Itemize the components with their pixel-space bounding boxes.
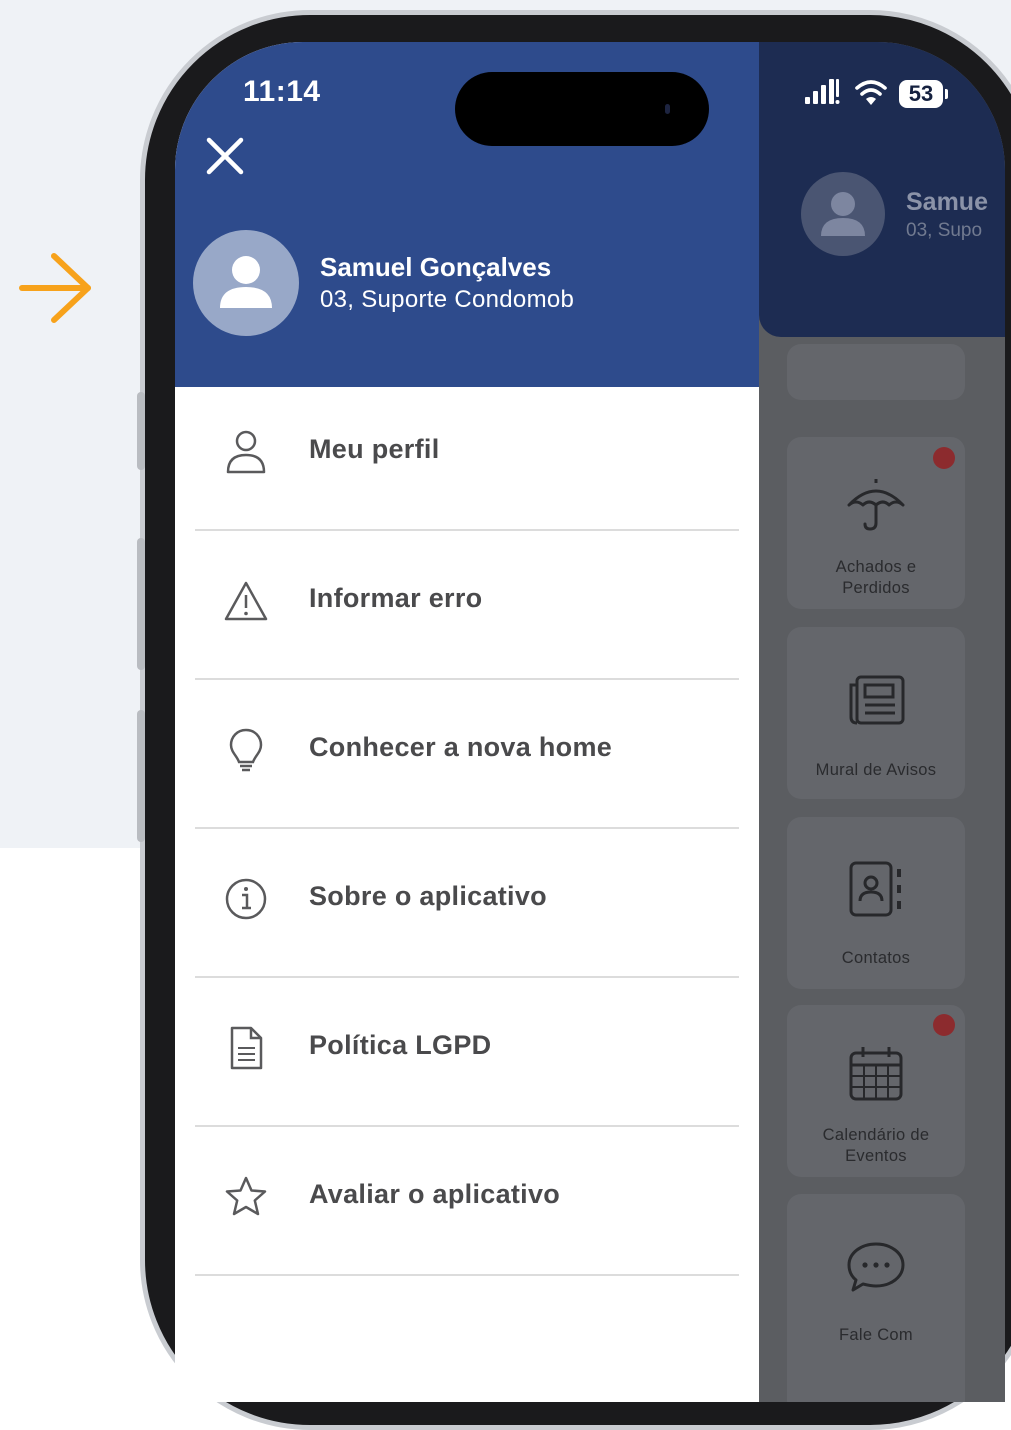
phone-volume-up-button (137, 538, 145, 670)
menu-label-conhecer-nova-home: Conhecer a nova home (309, 732, 613, 762)
card-mural-avisos: Mural de Avisos (787, 627, 965, 799)
calendar-icon (849, 1047, 903, 1101)
contacts-icon (849, 861, 901, 917)
card-label-calendario-eventos: Calendário de Eventos (822, 1126, 930, 1165)
phone-volume-down-button (137, 710, 145, 842)
menu-item-conhecer-nova-home[interactable]: Conhecer a nova home (175, 680, 759, 829)
menu-divider (195, 1274, 739, 1276)
card-label-fale-com: Fale Com (839, 1326, 913, 1344)
side-drawer: Samuel Gonçalves 03, Suporte Condomob Me… (175, 42, 759, 1402)
wifi-icon (855, 80, 887, 105)
menu-item-meu-perfil[interactable]: Meu perfil (175, 382, 759, 531)
notification-dot (933, 1014, 955, 1036)
card-label-mural-avisos: Mural de Avisos (815, 761, 937, 779)
user-silhouette-icon (220, 256, 272, 308)
menu-item-sobre-aplicativo[interactable]: Sobre o aplicativo (175, 829, 759, 978)
menu-item-avaliar-aplicativo[interactable]: Avaliar o aplicativo (175, 1127, 759, 1276)
menu-label-meu-perfil: Meu perfil (309, 434, 440, 464)
background-user-name: Samue (906, 188, 988, 216)
newspaper-icon (849, 675, 905, 725)
background-avatar (801, 172, 885, 256)
arrow-right-icon (19, 253, 91, 323)
chat-icon (847, 1242, 905, 1292)
card-label-contatos: Contatos (841, 949, 911, 967)
menu-item-informar-erro[interactable]: Informar erro (175, 531, 759, 680)
battery-cap (945, 89, 948, 99)
menu-label-politica-lgpd: Política LGPD (309, 1030, 492, 1060)
card-fale-com: Fale Com (787, 1194, 965, 1402)
close-icon[interactable] (203, 134, 247, 178)
person-icon (226, 430, 266, 474)
camera-dot (665, 104, 670, 114)
background-card-partial (787, 344, 965, 400)
warning-icon (224, 581, 268, 621)
document-icon (230, 1026, 263, 1070)
cellular-signal-icon (805, 79, 840, 104)
status-time: 11:14 (243, 75, 321, 108)
user-silhouette-icon (821, 192, 865, 236)
user-subtitle: 03, Suporte Condomob (320, 286, 575, 313)
menu-label-sobre-aplicativo: Sobre o aplicativo (309, 881, 547, 911)
umbrella-icon (847, 479, 905, 531)
battery-level: 53 (899, 80, 943, 108)
phone-mute-button (137, 392, 145, 470)
card-label-achados-perdidos: Achados e Perdidos (835, 558, 917, 597)
menu-label-informar-erro: Informar erro (309, 583, 483, 613)
background-user-subtitle: 03, Supo (906, 220, 983, 241)
phone-screen: Samue 03, Supo Achados e Perdidos Mural … (175, 42, 1005, 1402)
user-name: Samuel Gonçalves (320, 252, 552, 282)
avatar[interactable] (193, 230, 299, 336)
background-app: Samue 03, Supo Achados e Perdidos Mural … (759, 42, 1005, 1402)
info-icon (225, 878, 267, 920)
star-icon (225, 1176, 267, 1216)
card-contatos: Contatos (787, 817, 965, 989)
dynamic-island (455, 72, 709, 146)
lightbulb-icon (229, 728, 263, 772)
menu-item-politica-lgpd[interactable]: Política LGPD (175, 978, 759, 1127)
notification-dot (933, 447, 955, 469)
menu-label-avaliar-aplicativo: Avaliar o aplicativo (309, 1179, 561, 1209)
